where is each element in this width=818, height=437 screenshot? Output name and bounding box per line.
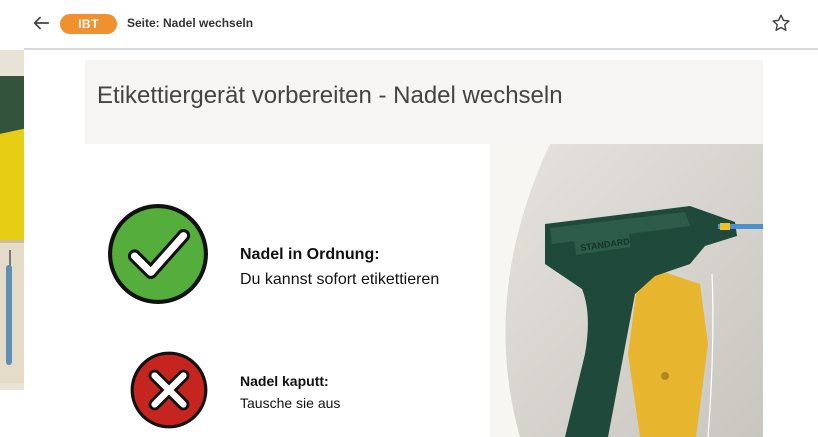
ok-text: Du kannst sofort etikettieren [240, 271, 440, 288]
checkmark-icon [108, 204, 208, 304]
tag-gun-photo: STANDARD [490, 144, 763, 437]
ok-heading: Nadel in Ordnung: [240, 246, 380, 263]
back-arrow-icon[interactable] [30, 12, 52, 34]
background-photo [0, 50, 24, 390]
x-mark-icon [130, 351, 208, 429]
top-bar: IBT Seite: Nadel wechseln [0, 0, 818, 48]
star-icon[interactable] [770, 12, 792, 34]
bad-text: Tausche sie aus [240, 395, 341, 411]
page-title: Seite: Nadel wechseln [127, 16, 254, 30]
top-bar-divider [24, 48, 818, 50]
ibt-badge: IBT [60, 14, 117, 34]
slide-title: Etikettiergerät vorbereiten - Nadel wech… [97, 82, 563, 109]
slide: Etikettiergerät vorbereiten - Nadel wech… [85, 60, 763, 437]
slide-header: Etikettiergerät vorbereiten - Nadel wech… [85, 60, 763, 144]
bad-heading: Nadel kaputt: [240, 373, 329, 389]
